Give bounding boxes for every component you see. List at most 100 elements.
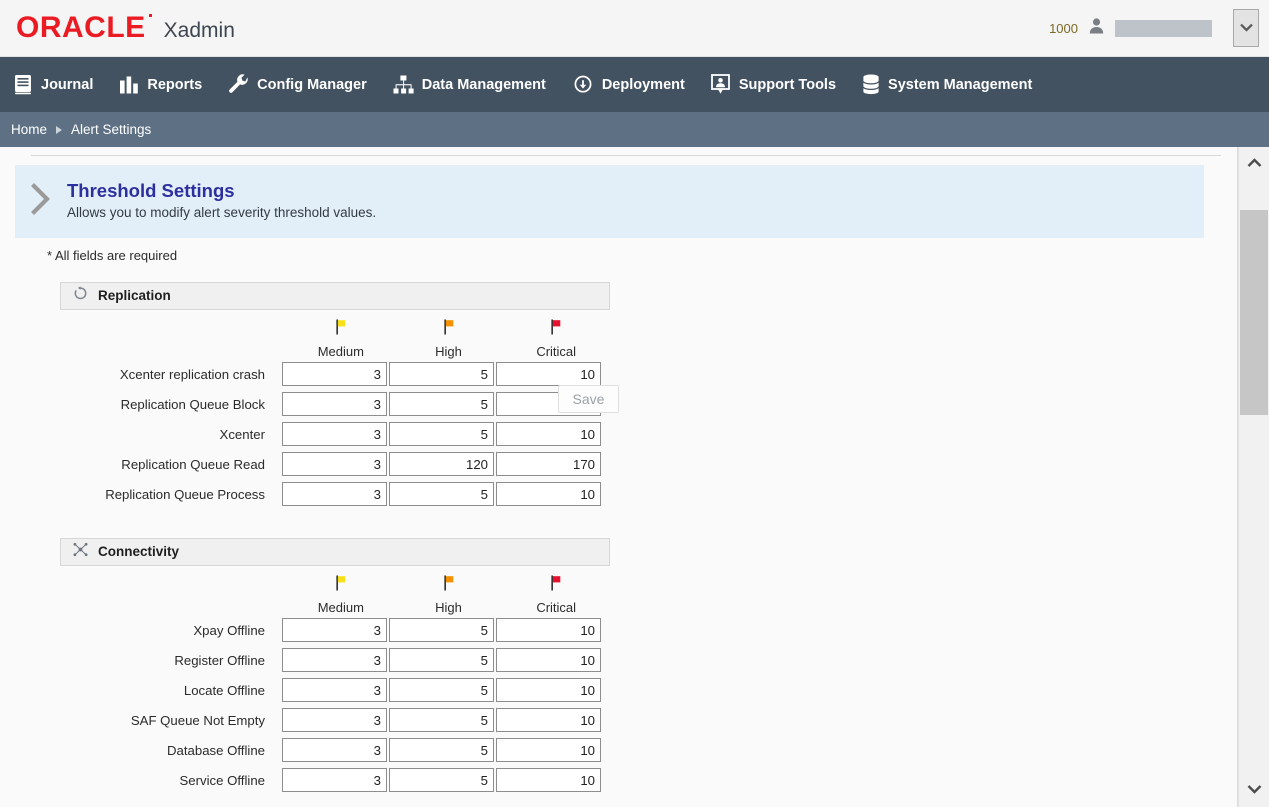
threshold-label: Xcenter: [219, 426, 265, 442]
user-area: 1000: [1049, 9, 1269, 47]
section-title: Connectivity: [98, 544, 180, 560]
user-badge-icon: [710, 74, 731, 95]
threshold-input-high[interactable]: [389, 618, 494, 643]
page-scrollbar[interactable]: [1237, 147, 1269, 807]
nav-item-config-manager[interactable]: Config Manager: [228, 74, 367, 95]
nav-label: Journal: [41, 76, 94, 93]
severity-col-medium: Medium: [287, 319, 395, 359]
threshold-input-critical[interactable]: [496, 452, 601, 477]
save-button[interactable]: Save: [558, 385, 619, 413]
scrollbar-down-button[interactable]: [1238, 773, 1269, 807]
threshold-input-critical[interactable]: [496, 738, 601, 763]
threshold-input-medium[interactable]: [282, 648, 387, 673]
threshold-input-high[interactable]: [389, 422, 494, 447]
threshold-input-critical[interactable]: [496, 482, 601, 507]
flag-icon: [441, 319, 457, 340]
threshold-input-critical[interactable]: [496, 678, 601, 703]
threshold-input-high[interactable]: [389, 708, 494, 733]
flag-icon: [441, 575, 457, 596]
section-header: Replication: [60, 281, 610, 310]
section-title: Replication: [98, 288, 171, 304]
threshold-input-high[interactable]: [389, 678, 494, 703]
scrollbar-up-button[interactable]: [1238, 147, 1269, 181]
severity-column-headers: Medium High Critical: [60, 566, 610, 615]
nav-item-journal[interactable]: Journal: [14, 74, 93, 95]
main-navigation-bar: Journal Reports Config Manager Data Mana…: [0, 57, 1269, 112]
threshold-input-critical[interactable]: [496, 362, 601, 387]
table-row: Xpay Offline: [60, 616, 610, 645]
threshold-input-medium[interactable]: [282, 392, 387, 417]
chevron-down-icon: [1247, 781, 1262, 799]
threshold-input-critical[interactable]: [496, 618, 601, 643]
breadcrumb-item-home[interactable]: Home: [11, 122, 47, 137]
threshold-label: Service Offline: [179, 772, 265, 788]
threshold-label: Database Offline: [167, 742, 265, 758]
severity-label: Medium: [317, 343, 364, 359]
threshold-input-critical[interactable]: [496, 708, 601, 733]
table-row: Database Offline: [60, 736, 610, 765]
threshold-input-high[interactable]: [389, 648, 494, 673]
threshold-input-critical[interactable]: [496, 648, 601, 673]
brand-logo-group: ORACLE Xadmin: [0, 13, 235, 43]
severity-label: High: [435, 343, 462, 359]
user-menu-button[interactable]: [1233, 9, 1259, 47]
chevron-up-icon: [1247, 155, 1262, 173]
nav-label: System Management: [888, 76, 1033, 93]
threshold-label: SAF Queue Not Empty: [130, 712, 265, 728]
scrollbar-thumb[interactable]: [1240, 210, 1268, 415]
severity-col-high: High: [395, 575, 503, 615]
threshold-input-high[interactable]: [389, 768, 494, 793]
breadcrumb-item-alert-settings[interactable]: Alert Settings: [71, 122, 151, 137]
table-row: Replication Queue Block: [60, 390, 610, 419]
threshold-input-medium[interactable]: [282, 708, 387, 733]
page-subtitle: Allows you to modify alert severity thre…: [67, 205, 377, 221]
nav-item-reports[interactable]: Reports: [119, 75, 202, 95]
nav-item-deployment[interactable]: Deployment: [572, 75, 685, 95]
threshold-label: Replication Queue Read: [121, 456, 265, 472]
breadcrumb: Home Alert Settings: [0, 112, 1269, 147]
severity-col-high: High: [395, 319, 503, 359]
threshold-input-medium[interactable]: [282, 738, 387, 763]
threshold-input-high[interactable]: [389, 482, 494, 507]
threshold-label: Replication Queue Process: [105, 486, 265, 502]
nav-item-data-management[interactable]: Data Management: [393, 75, 546, 95]
flag-icon: [333, 575, 349, 596]
threshold-input-medium[interactable]: [282, 618, 387, 643]
threshold-input-medium[interactable]: [282, 452, 387, 477]
threshold-input-medium[interactable]: [282, 422, 387, 447]
banner-text-block: Threshold Settings Allows you to modify …: [67, 179, 376, 222]
threshold-input-high[interactable]: [389, 738, 494, 763]
nav-item-system-management[interactable]: System Management: [862, 74, 1032, 95]
flag-icon: [548, 575, 564, 596]
main-content-area: Threshold Settings Allows you to modify …: [0, 147, 1237, 807]
table-row: Replication Queue Process: [60, 480, 610, 509]
threshold-input-critical[interactable]: [496, 768, 601, 793]
threshold-input-medium[interactable]: [282, 362, 387, 387]
section-header: Connectivity: [60, 537, 610, 566]
cloud-download-icon: [572, 75, 594, 95]
severity-label: Critical: [536, 343, 577, 359]
threshold-input-medium[interactable]: [282, 482, 387, 507]
threshold-label: Xcenter replication crash: [119, 366, 265, 382]
severity-label: High: [435, 599, 462, 615]
threshold-input-high[interactable]: [389, 392, 494, 417]
severity-column-headers: Medium High Critical: [60, 310, 610, 359]
severity-col-critical: Critical: [502, 319, 610, 359]
oracle-logo: ORACLE: [16, 11, 152, 44]
threshold-input-medium[interactable]: [282, 768, 387, 793]
threshold-input-high[interactable]: [389, 452, 494, 477]
threshold-input-critical[interactable]: [496, 422, 601, 447]
threshold-input-high[interactable]: [389, 362, 494, 387]
severity-col-critical: Critical: [502, 575, 610, 615]
threshold-label: Locate Offline: [183, 682, 265, 698]
bar-chart-icon: [119, 75, 139, 95]
journal-book-icon: [14, 74, 33, 95]
content-divider: [31, 155, 1221, 156]
page-title-banner: Threshold Settings Allows you to modify …: [15, 165, 1204, 238]
store-number-label: 1000: [1049, 20, 1078, 36]
threshold-input-medium[interactable]: [282, 678, 387, 703]
banner-chevron: [15, 179, 67, 220]
nav-item-support-tools[interactable]: Support Tools: [710, 74, 836, 95]
table-row: SAF Queue Not Empty: [60, 706, 610, 735]
